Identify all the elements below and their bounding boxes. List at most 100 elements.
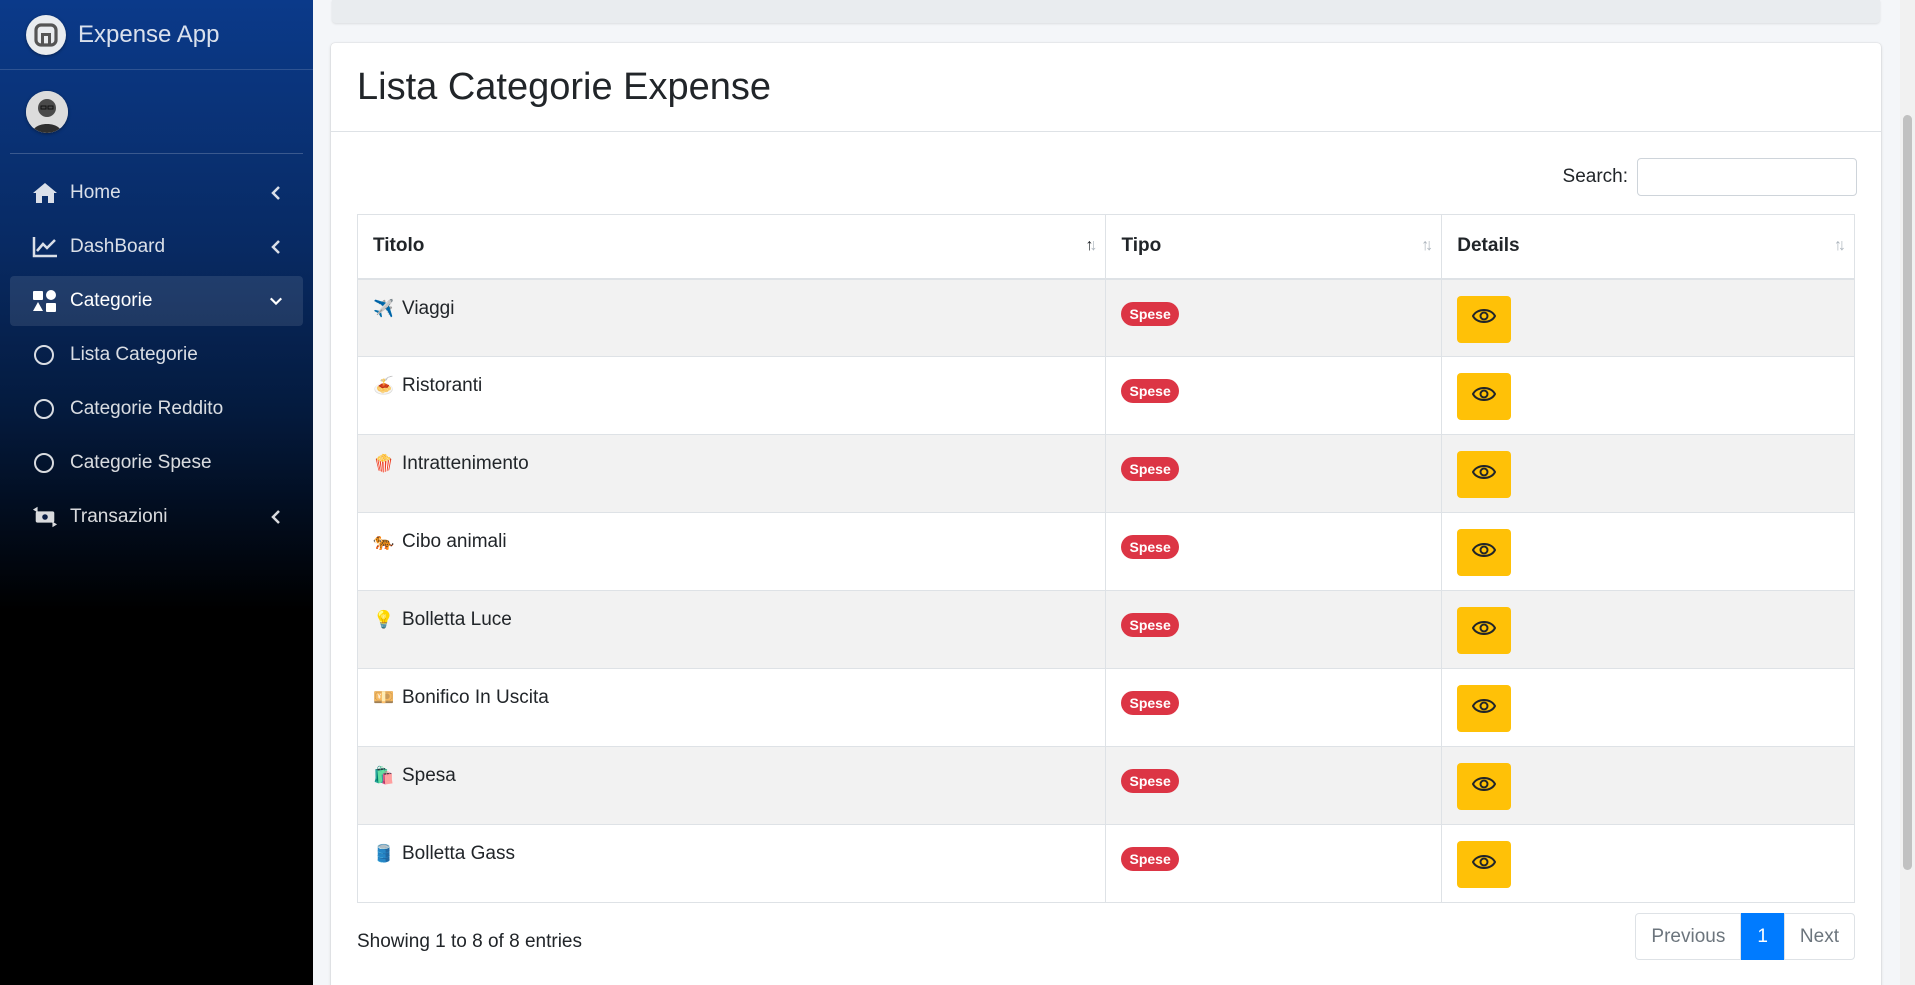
brand-link[interactable]: Expense App [0,0,313,70]
category-title: Ristoranti [402,375,483,396]
page-scrollbar[interactable] [1900,0,1915,985]
search-label: Search: [1562,166,1628,187]
table-body: ✈️ Viaggi Spese 🍝 Ristoranti Spese 🍿 Intratteni… [356,278,1855,903]
details-button[interactable] [1457,685,1512,732]
scrollbar-thumb[interactable] [1903,115,1912,870]
details-button[interactable] [1457,763,1512,810]
cell-details [1441,590,1855,669]
categories-icon [32,288,58,314]
chevron-left-icon [269,186,283,200]
cell-details [1441,668,1855,747]
cell-titolo: ✈️ Viaggi [356,278,1107,357]
category-emoji-icon: 🍿 [373,454,395,473]
sidebar-item-label: Categorie Spese [70,452,212,473]
column-header-label: Titolo [373,235,425,257]
sidebar-item-home[interactable]: Home [10,168,303,218]
previous-page-button[interactable]: Previous [1635,913,1742,960]
app-title: Expense App [78,20,220,48]
table-info: Showing 1 to 8 of 8 entries [357,931,582,952]
column-header-label: Details [1457,235,1520,257]
breadcrumb-bar [332,0,1880,23]
categories-card: Lista Categorie Expense Search: Titolo ↑… [331,43,1881,985]
cell-tipo: Spese [1105,824,1443,903]
sidebar-item-label: Home [70,182,121,203]
sidebar-item-transazioni[interactable]: Transazioni [10,492,303,542]
column-header-label: Tipo [1121,235,1162,257]
sort-asc-icon: ↑↓ [1085,237,1097,254]
details-button[interactable] [1457,529,1512,576]
type-badge: Spese [1121,769,1179,793]
sidebar-item-lista-categorie[interactable]: Lista Categorie [10,330,303,380]
category-emoji-icon: 🐅 [373,532,395,551]
eye-icon [1472,697,1497,721]
pagination: Previous 1 Next [1635,913,1855,960]
type-badge: Spese [1121,847,1179,871]
table-row: ✈️ Viaggi Spese [356,278,1855,357]
category-title: Cibo animali [402,531,507,552]
eye-icon [1472,853,1497,877]
table-row: 🐅 Cibo animali Spese [356,512,1855,591]
sidebar-item-label: DashBoard [70,236,166,257]
page-1-button[interactable]: 1 [1741,913,1784,960]
details-button[interactable] [1457,607,1512,654]
home-icon [32,180,58,206]
table-row: 🍝 Ristoranti Spese [356,356,1855,435]
categories-table: Titolo ↑↓ Tipo ↑↓ Details ↑↓ ✈️ Viaggi Spe… [356,214,1855,903]
avatar[interactable] [26,90,68,133]
category-emoji-icon: 🍝 [373,376,395,395]
details-button[interactable] [1457,451,1512,498]
table-row: 🛍️ Spesa Spese [356,746,1855,825]
details-button[interactable] [1457,295,1512,343]
type-badge: Spese [1121,613,1179,637]
eye-icon [1472,463,1497,487]
chevron-down-icon [269,294,283,308]
type-badge: Spese [1121,301,1179,326]
type-badge: Spese [1121,691,1179,715]
category-title: Spesa [402,765,456,786]
user-panel [10,70,303,154]
table-row: 🛢️ Bolletta Gass Spese [356,824,1855,903]
sidebar-item-categorie-reddito[interactable]: Categorie Reddito [10,384,303,434]
chart-line-icon [32,234,58,260]
sidebar-item-categorie[interactable]: Categorie [10,276,303,326]
sort-icon: ↑↓ [1834,237,1846,254]
eye-icon [1472,775,1497,799]
cell-tipo: Spese [1105,746,1443,825]
cell-titolo: 💴 Bonifico In Uscita [356,668,1107,747]
category-emoji-icon: 🛍️ [373,766,395,785]
sidebar-item-dashboard[interactable]: DashBoard [10,222,303,272]
details-button[interactable] [1457,373,1512,420]
cell-tipo: Spese [1105,434,1443,513]
search-input[interactable] [1637,158,1857,196]
sidebar: Expense App Home DashBoard Categorie Lis… [0,0,313,985]
cell-titolo: 💡 Bolletta Luce [356,590,1107,669]
next-page-button[interactable]: Next [1783,913,1855,960]
sidebar-item-label: Categorie [70,290,153,311]
table-row: 💴 Bonifico In Uscita Spese [356,668,1855,747]
type-badge: Spese [1121,379,1179,403]
cell-tipo: Spese [1105,590,1443,669]
category-emoji-icon: ✈️ [373,298,395,318]
eye-icon [1472,385,1497,409]
circle-icon [34,399,54,419]
column-header-titolo[interactable]: Titolo ↑↓ [356,214,1107,280]
circle-icon [34,345,54,365]
cell-details [1441,512,1855,591]
chevron-left-icon [269,240,283,254]
cell-tipo: Spese [1105,512,1443,591]
column-header-details[interactable]: Details ↑↓ [1441,214,1855,280]
eye-icon [1472,619,1497,643]
page-title: Lista Categorie Expense [357,65,772,108]
details-button[interactable] [1457,841,1512,888]
column-header-tipo[interactable]: Tipo ↑↓ [1105,214,1443,280]
chevron-left-icon [269,510,283,524]
cell-titolo: 🛢️ Bolletta Gass [356,824,1107,903]
sidebar-item-categorie-spese[interactable]: Categorie Spese [10,438,303,488]
cell-titolo: 🍿 Intrattenimento [356,434,1107,513]
cell-details [1441,278,1855,357]
cell-details [1441,356,1855,435]
cell-titolo: 🐅 Cibo animali [356,512,1107,591]
cell-titolo: 🛍️ Spesa [356,746,1107,825]
cell-tipo: Spese [1105,668,1443,747]
category-title: Intrattenimento [402,453,529,474]
